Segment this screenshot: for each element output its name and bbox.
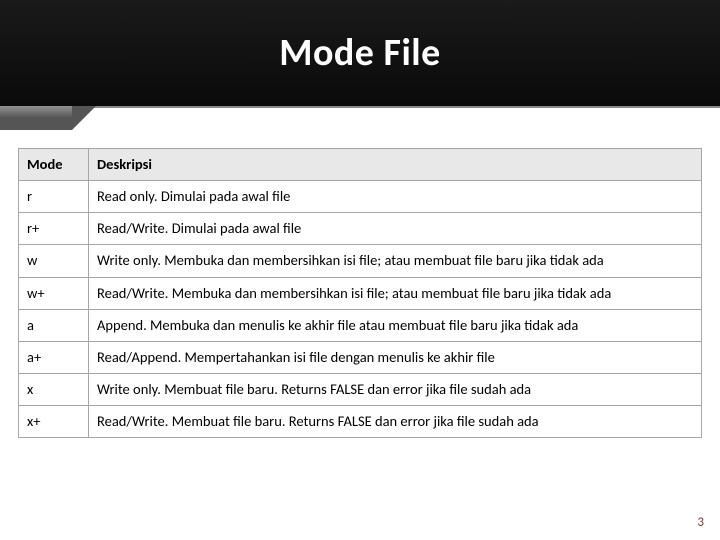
table-row: x+ Read/Write. Membuat file baru. Return… xyxy=(19,406,702,438)
page-number: 3 xyxy=(697,515,704,530)
cell-mode: x xyxy=(19,373,89,405)
table-row: r+ Read/Write. Dimulai pada awal file xyxy=(19,213,702,245)
table-row: r Read only. Dimulai pada awal file xyxy=(19,181,702,213)
title-bar: Mode File xyxy=(0,0,720,108)
header-desc: Deskripsi xyxy=(89,149,702,181)
cell-desc: Append. Membuka dan menulis ke akhir fil… xyxy=(89,309,702,341)
cell-desc: Read/Write. Dimulai pada awal file xyxy=(89,213,702,245)
content-area: Mode Deskripsi r Read only. Dimulai pada… xyxy=(0,108,720,438)
cell-mode: w xyxy=(19,245,89,277)
cell-desc: Read only. Dimulai pada awal file xyxy=(89,181,702,213)
table-row: a Append. Membuka dan menulis ke akhir f… xyxy=(19,309,702,341)
modes-table: Mode Deskripsi r Read only. Dimulai pada… xyxy=(18,148,702,438)
cell-desc: Read/Write. Membuka dan membersihkan isi… xyxy=(89,277,702,309)
table-row: w Write only. Membuka dan membersihkan i… xyxy=(19,245,702,277)
cell-desc: Write only. Membuat file baru. Returns F… xyxy=(89,373,702,405)
page-title: Mode File xyxy=(279,30,441,76)
cell-mode: a xyxy=(19,309,89,341)
table-row: a+ Read/Append. Mempertahankan isi file … xyxy=(19,341,702,373)
cell-desc: Read/Append. Mempertahankan isi file den… xyxy=(89,341,702,373)
corner-decoration xyxy=(0,106,72,130)
table-header-row: Mode Deskripsi xyxy=(19,149,702,181)
cell-mode: a+ xyxy=(19,341,89,373)
cell-mode: r xyxy=(19,181,89,213)
cell-mode: r+ xyxy=(19,213,89,245)
cell-mode: w+ xyxy=(19,277,89,309)
table-row: x Write only. Membuat file baru. Returns… xyxy=(19,373,702,405)
table-row: w+ Read/Write. Membuka dan membersihkan … xyxy=(19,277,702,309)
header-mode: Mode xyxy=(19,149,89,181)
cell-desc: Write only. Membuka dan membersihkan isi… xyxy=(89,245,702,277)
cell-desc: Read/Write. Membuat file baru. Returns F… xyxy=(89,406,702,438)
cell-mode: x+ xyxy=(19,406,89,438)
